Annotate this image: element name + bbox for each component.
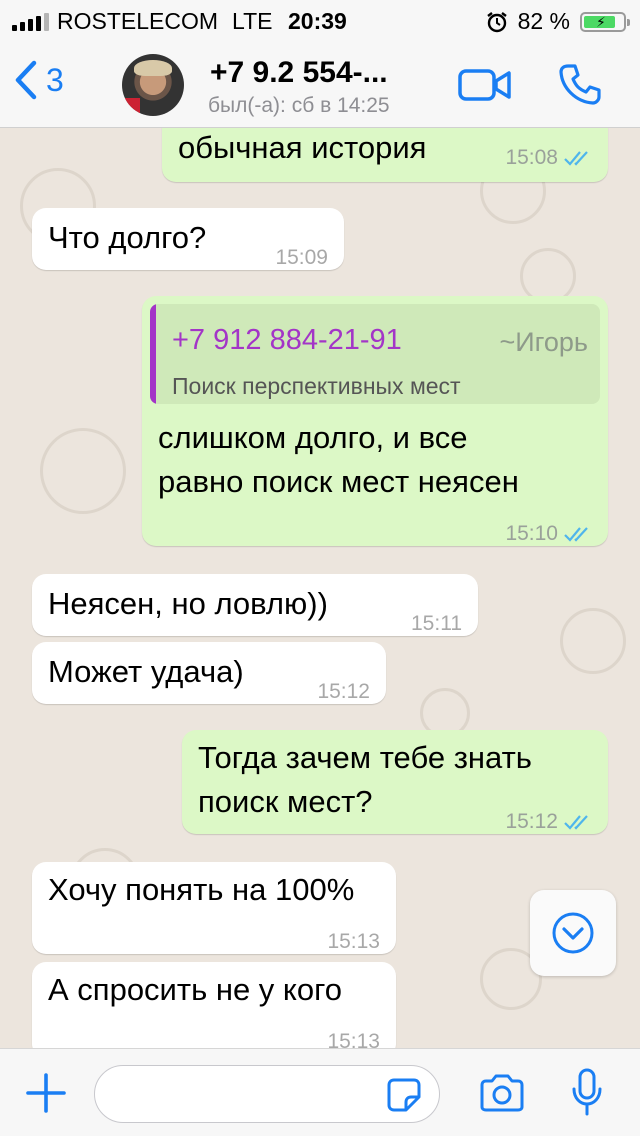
phone-icon — [559, 64, 601, 105]
incoming-message[interactable]: А спросить не у кого 15:13 — [32, 962, 396, 1048]
message-meta: 15:11 — [411, 602, 462, 646]
plus-icon — [26, 1073, 66, 1113]
message-text-line: Тогда зачем тебе знать — [198, 740, 532, 775]
message-meta: 15:09 — [275, 236, 328, 280]
message-text: обычная история — [178, 130, 427, 165]
back-button[interactable]: 3 — [14, 60, 64, 100]
message-time: 15:09 — [275, 246, 328, 269]
outgoing-reply-message[interactable]: +7 912 884-21-91 ~Игорь Поиск перспектив… — [142, 296, 608, 546]
voice-message-button[interactable] — [570, 1067, 604, 1124]
status-left: ROSTELECOM LTE — [12, 8, 273, 35]
microphone-icon — [572, 1068, 602, 1116]
contact-name[interactable]: +7 9.2 554-... — [210, 56, 388, 90]
message-text: Хочу понять на 100% — [48, 872, 355, 907]
scroll-to-bottom-button[interactable] — [530, 890, 616, 976]
sticker-icon — [387, 1078, 421, 1112]
network-type: LTE — [232, 8, 273, 34]
quoted-message[interactable]: +7 912 884-21-91 ~Игорь Поиск перспектив… — [150, 304, 600, 404]
message-text-line: равно поиск мест неясен — [158, 464, 519, 499]
camera-button[interactable] — [478, 1073, 526, 1118]
status-right: 82 % ⚡ — [486, 8, 630, 35]
message-text: Что долго? — [48, 220, 207, 255]
incoming-message[interactable]: Неясен, но ловлю)) 15:11 — [32, 574, 478, 636]
message-composer — [0, 1048, 640, 1136]
read-ticks-icon — [564, 527, 588, 542]
status-time: 20:39 — [288, 8, 347, 34]
message-time: 15:12 — [317, 680, 370, 703]
camera-icon — [480, 1074, 524, 1112]
chat-header: 3 +7 9.2 554-... был(-а): сб в 14:25 — [0, 40, 640, 128]
incoming-message[interactable]: Хочу понять на 100% 15:13 — [32, 862, 396, 954]
charging-bolt-icon: ⚡ — [596, 13, 606, 30]
voice-call-button[interactable] — [558, 62, 602, 111]
message-text-line: поиск мест? — [198, 784, 373, 819]
message-meta: 15:13 — [327, 1020, 380, 1048]
message-meta: 15:08 — [505, 136, 594, 180]
message-text: Может удача) — [48, 654, 244, 689]
incoming-message[interactable]: Что долго? 15:09 — [32, 208, 344, 270]
outgoing-message[interactable]: обычная история 15:08 — [162, 128, 608, 182]
message-text: А спросить не у кого — [48, 972, 342, 1007]
outgoing-message[interactable]: Тогда зачем тебе знать поиск мест? 15:12 — [182, 730, 608, 834]
sticker-button[interactable] — [386, 1077, 422, 1118]
message-text: Неясен, но ловлю)) — [48, 586, 328, 621]
signal-strength-icon — [12, 12, 49, 31]
video-call-button[interactable] — [458, 68, 512, 107]
unread-count: 3 — [46, 61, 64, 98]
message-meta: 15:13 — [327, 920, 380, 964]
quoted-text: Поиск перспективных мест — [172, 373, 461, 399]
message-meta: 15:12 — [505, 800, 594, 844]
quoted-sender-phone: +7 912 884-21-91 — [172, 324, 402, 356]
message-time: 15:10 — [505, 522, 558, 545]
message-time: 15:12 — [505, 810, 558, 833]
battery-icon: ⚡ — [580, 11, 630, 32]
message-meta: 15:12 — [317, 670, 370, 714]
message-meta: 15:10 — [505, 512, 594, 556]
read-ticks-icon — [564, 151, 588, 166]
video-camera-icon — [458, 69, 511, 101]
message-time: 15:08 — [505, 146, 558, 169]
last-seen-status: был(-а): сб в 14:25 — [208, 94, 390, 117]
message-time: 15:11 — [411, 612, 462, 635]
read-ticks-icon — [564, 815, 588, 830]
chevron-down-circle-icon — [552, 912, 594, 954]
incoming-message[interactable]: Может удача) 15:12 — [32, 642, 386, 704]
battery-percent: 82 % — [517, 8, 570, 34]
avatar[interactable] — [122, 54, 184, 116]
alarm-icon — [486, 11, 507, 32]
attach-button[interactable] — [24, 1071, 68, 1120]
message-text-line: слишком долго, и все — [158, 420, 468, 455]
message-time: 15:13 — [327, 1030, 380, 1048]
message-time: 15:13 — [327, 930, 380, 953]
quoted-sender-name: ~Игорь — [499, 327, 588, 357]
chevron-left-icon — [15, 60, 37, 100]
carrier-name: ROSTELECOM — [57, 8, 219, 34]
status-bar: ROSTELECOM LTE 20:39 82 % ⚡ — [0, 0, 640, 40]
